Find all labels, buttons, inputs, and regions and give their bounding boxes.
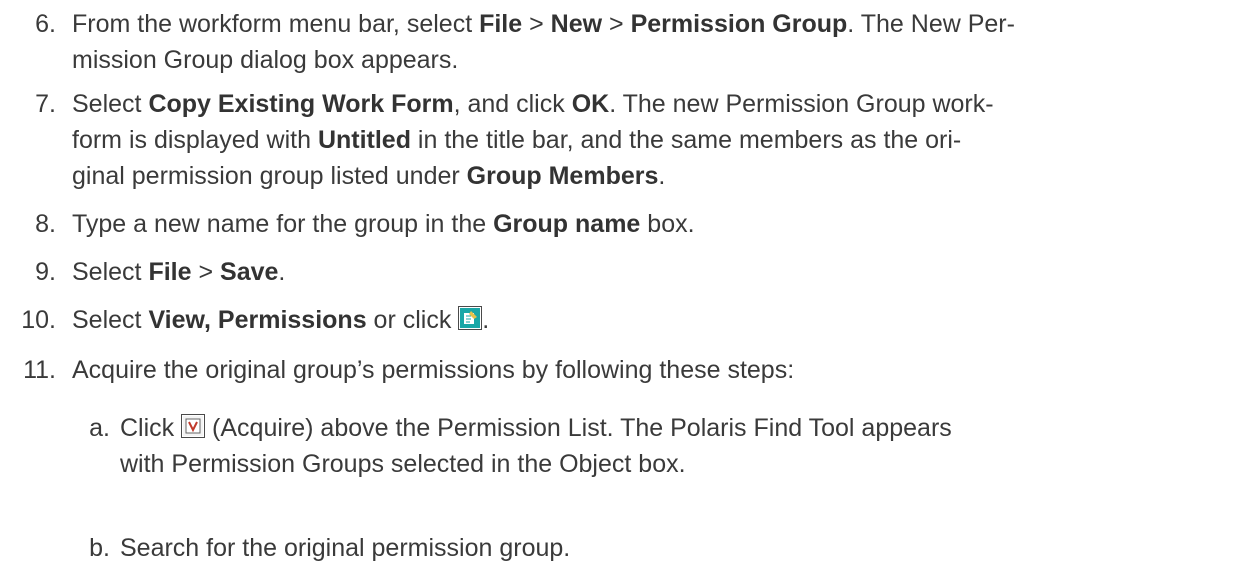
bold-term: Group Members: [466, 162, 659, 190]
bold-term: File: [148, 258, 192, 286]
step-number: 11.: [23, 356, 56, 384]
text-run: .: [278, 258, 286, 286]
bold-term: Copy Existing Work Form: [148, 90, 454, 118]
text-run: . The new Permission Group work-: [609, 90, 994, 118]
text-run: in the title bar, and the same members a…: [410, 126, 962, 154]
step-text: Select View, Permissions or click .: [72, 302, 1232, 338]
substep-text: Click (Acquire) above the Permission Lis…: [120, 410, 1250, 482]
bold-term: File: [479, 10, 523, 38]
document-page: 6. From the workform menu bar, select Fil…: [0, 0, 1250, 584]
text-run: From the workform menu bar, select: [72, 10, 480, 38]
step-number: 8.: [35, 210, 56, 238]
text-run: , and click: [453, 90, 572, 118]
text-line: Acquire the original group’s permissions…: [72, 352, 1232, 388]
text-run: .: [482, 306, 490, 334]
text-run: Acquire the original group’s permissions…: [72, 356, 795, 384]
text-line: with Permission Groups selected in the O…: [120, 446, 1250, 482]
text-run: Select: [72, 258, 149, 286]
substep-letter: b.: [89, 534, 110, 562]
text-line: Select Copy Existing Work Form, and clic…: [72, 86, 1232, 122]
text-run: form is displayed with: [72, 126, 318, 154]
text-run: Select: [72, 306, 149, 334]
step-text: Select Copy Existing Work Form, and clic…: [72, 86, 1232, 194]
substep-letter: a.: [89, 414, 110, 442]
text-line: Select File > Save.: [72, 254, 1232, 290]
permissions-icon: [458, 306, 483, 330]
text-line: form is displayed with Untitled in the t…: [72, 122, 1232, 158]
step-number: 9.: [35, 258, 56, 286]
text-run: . The New Per-: [847, 10, 1015, 38]
bold-term: View, Permissions: [148, 306, 367, 334]
acquire-icon: [181, 414, 206, 438]
text-run: with Permission Groups selected in the O…: [120, 450, 686, 478]
text-line: ginal permission group listed under Grou…: [72, 158, 1232, 194]
text-line: mission Group dialog box appears.: [72, 42, 1232, 78]
substep-text: Search for the original permission group…: [120, 530, 1250, 566]
text-line: Search for the original permission group…: [120, 530, 1250, 566]
text-run: (Acquire) above the Permission List. The…: [205, 414, 952, 442]
text-run: Select: [72, 90, 149, 118]
text-run: Click: [120, 414, 182, 442]
bold-term: Permission Group: [630, 10, 848, 38]
text-run: >: [522, 10, 551, 38]
step-number: 7.: [35, 90, 56, 118]
text-run: >: [602, 10, 631, 38]
step-text: Acquire the original group’s permissions…: [72, 352, 1232, 388]
text-line: Click (Acquire) above the Permission Lis…: [120, 410, 1250, 446]
step-text: From the workform menu bar, select File …: [72, 6, 1232, 78]
step-text: Type a new name for the group in the Gro…: [72, 206, 1232, 242]
bold-term: Untitled: [317, 126, 411, 154]
text-line: Type a new name for the group in the Gro…: [72, 206, 1232, 242]
text-run: or click: [366, 306, 459, 334]
bold-term: Save: [220, 258, 279, 286]
text-run: mission Group dialog box appears.: [72, 46, 459, 74]
step-number: 6.: [35, 10, 56, 38]
text-run: ginal permission group listed under: [72, 162, 467, 190]
text-line: From the workform menu bar, select File …: [72, 6, 1232, 42]
bold-term: OK: [571, 90, 610, 118]
text-run: >: [191, 258, 221, 286]
text-run: Search for the original permission group…: [120, 534, 571, 562]
text-line: Select View, Permissions or click .: [72, 302, 1232, 338]
text-run: Type a new name for the group in the: [72, 210, 494, 238]
bold-term: Group name: [493, 210, 641, 238]
text-run: .: [658, 162, 666, 190]
step-text: Select File > Save.: [72, 254, 1232, 290]
step-number: 10.: [21, 306, 56, 334]
bold-term: New: [550, 10, 603, 38]
text-run: box.: [640, 210, 695, 238]
